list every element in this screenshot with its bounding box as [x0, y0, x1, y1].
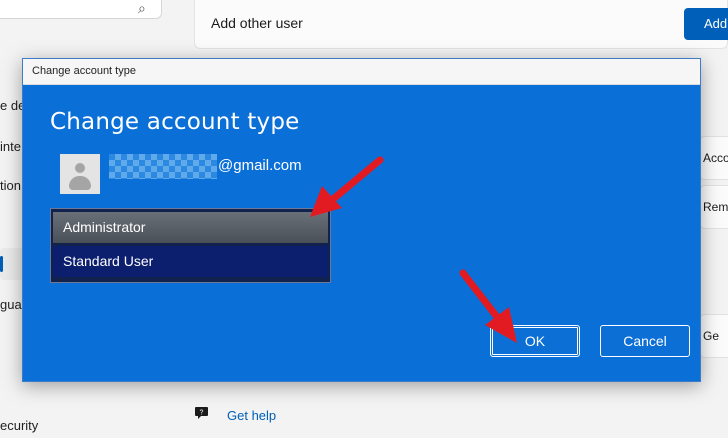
- get-started-cell[interactable]: Ge: [700, 314, 728, 358]
- option-standard-user[interactable]: Standard User: [53, 246, 328, 277]
- change-account-type-dialog: Change account type Change account type …: [22, 58, 701, 382]
- user-avatar-icon: [60, 154, 100, 194]
- sidebar-item-2[interactable]: inte: [0, 139, 22, 154]
- sidebar-item-3[interactable]: tion: [0, 178, 22, 193]
- email-suffix: @gmail.com: [218, 157, 302, 174]
- sidebar-item-5[interactable]: ecurity: [0, 418, 40, 433]
- account-type-dropdown[interactable]: Administrator Standard User: [50, 208, 331, 283]
- ok-button[interactable]: OK: [490, 325, 580, 357]
- option-administrator[interactable]: Administrator: [53, 212, 328, 243]
- dialog-heading: Change account type: [50, 109, 300, 135]
- dialog-title: Change account type: [32, 65, 136, 77]
- sidebar-item-1[interactable]: e de: [0, 98, 22, 113]
- add-other-user-label: Add other user: [211, 15, 303, 31]
- svg-text:?: ?: [200, 410, 204, 417]
- get-help-link[interactable]: Get help: [227, 408, 276, 423]
- search-icon[interactable]: ⌕: [138, 0, 146, 17]
- dialog-titlebar[interactable]: Change account type: [23, 59, 700, 85]
- account-options-cell[interactable]: Accou: [700, 136, 728, 180]
- help-icon: ?: [195, 407, 208, 419]
- email-redacted: [109, 154, 217, 179]
- sidebar-item-4[interactable]: guag: [0, 297, 22, 312]
- cancel-button[interactable]: Cancel: [600, 325, 690, 357]
- remove-account-cell[interactable]: Remo: [700, 185, 728, 229]
- add-account-button[interactable]: Add: [684, 8, 728, 40]
